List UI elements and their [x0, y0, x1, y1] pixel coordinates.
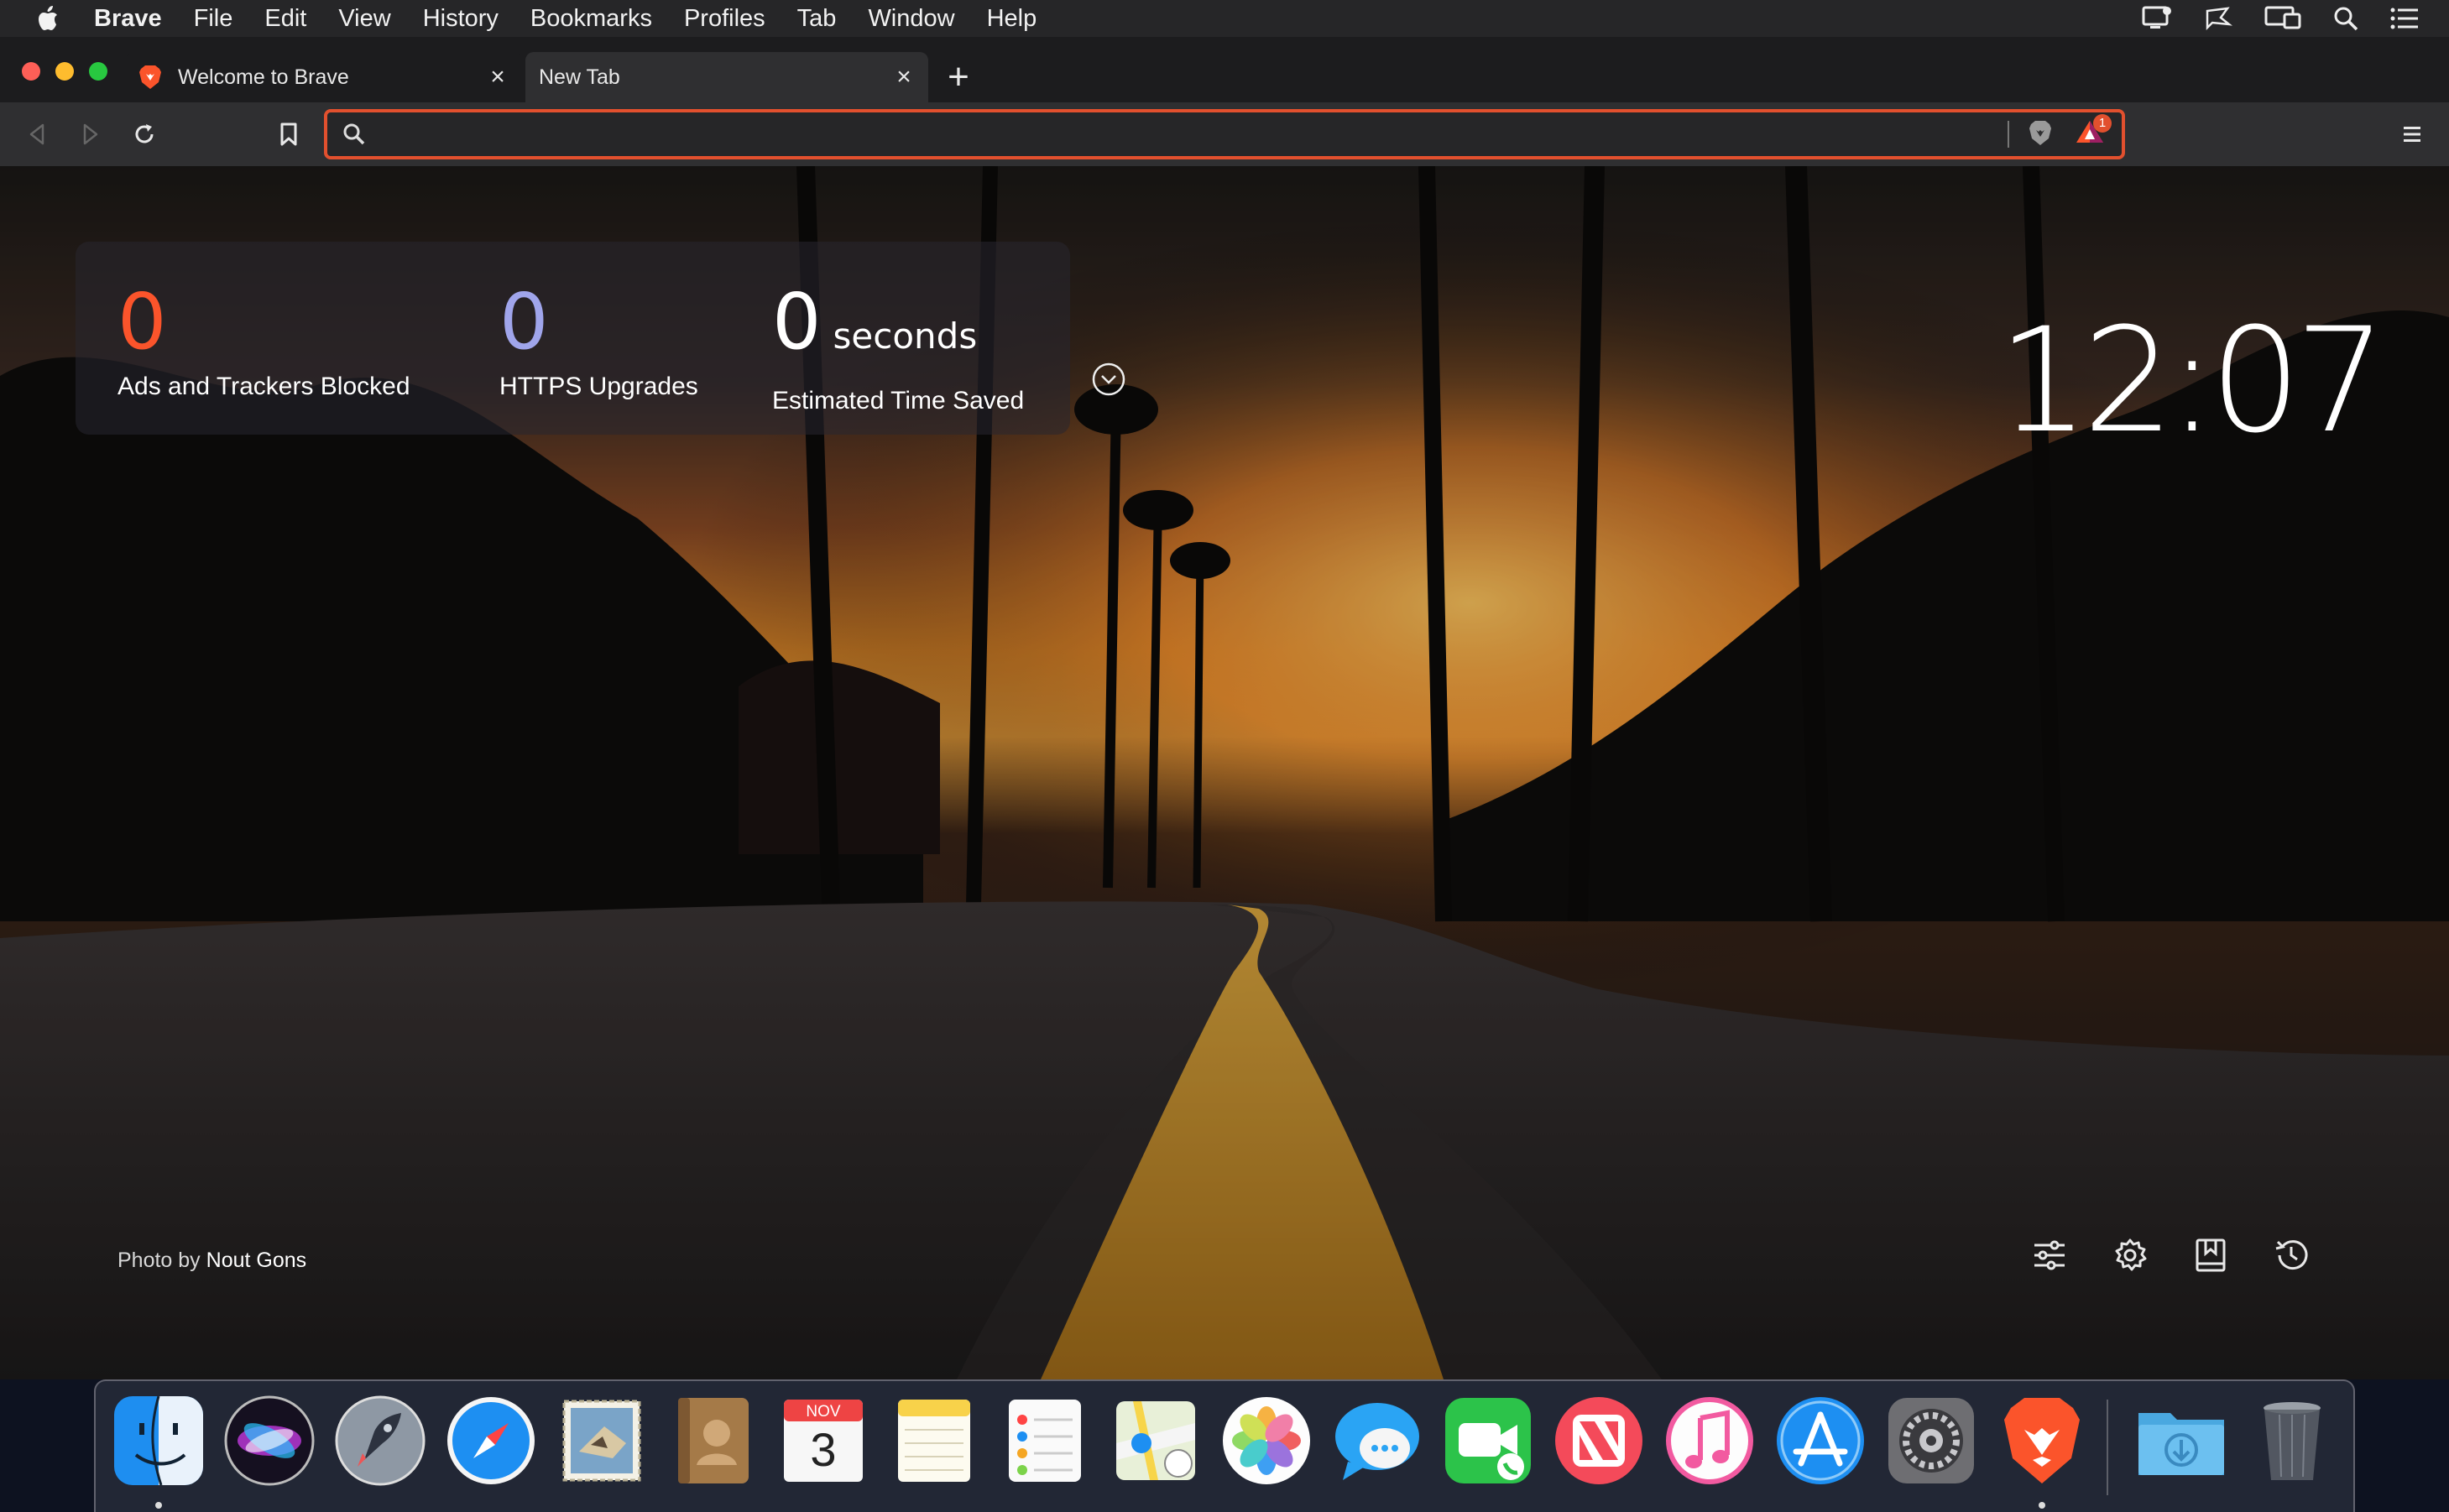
- messages-icon[interactable]: [1329, 1393, 1425, 1489]
- menu-help[interactable]: Help: [987, 5, 1037, 33]
- browser-window: Welcome to Brave × New Tab × + 1 0 Ads a…: [0, 37, 2449, 1379]
- brave-browser-icon[interactable]: [1994, 1393, 2090, 1489]
- chevron-down-icon[interactable]: [1091, 362, 1126, 397]
- menu-edit[interactable]: Edit: [264, 5, 306, 33]
- back-arrow-icon: [29, 123, 44, 145]
- news-icon[interactable]: [1551, 1393, 1647, 1489]
- system-preferences-icon[interactable]: [1883, 1393, 1979, 1489]
- bookmark-button[interactable]: [270, 116, 307, 153]
- new-tab-page: 0 Ads and Trackers Blocked 0 HTTPS Upgra…: [0, 166, 2449, 1379]
- close-tab-icon[interactable]: ×: [485, 63, 510, 91]
- bookmarks-button[interactable]: [2189, 1233, 2232, 1277]
- trash-icon[interactable]: [2244, 1393, 2340, 1489]
- time-saved-label: Estimated Time Saved: [772, 387, 1025, 414]
- menu-profiles[interactable]: Profiles: [684, 5, 765, 33]
- music-icon[interactable]: [1662, 1393, 1757, 1489]
- search-icon: [343, 123, 365, 145]
- reload-icon: [135, 124, 154, 143]
- feedback-icon[interactable]: [2204, 6, 2232, 31]
- brave-shields-icon[interactable]: [2028, 119, 2053, 148]
- brave-lion-icon: [139, 65, 161, 89]
- dock-separator: [2107, 1400, 2108, 1495]
- hamburger-menu-icon: [2404, 127, 2420, 142]
- tab-title: New Tab: [539, 65, 620, 89]
- bookmarks-icon: [2196, 1238, 2226, 1272]
- calendar-day: 3: [810, 1423, 837, 1476]
- stats-widget: 0 Ads and Trackers Blocked 0 HTTPS Upgra…: [76, 242, 1070, 435]
- address-bar-divider: [2008, 121, 2009, 148]
- time-saved-unit: seconds: [833, 315, 978, 357]
- url-input[interactable]: [378, 112, 1972, 156]
- photos-icon[interactable]: [1219, 1393, 1314, 1489]
- reload-button[interactable]: [126, 116, 163, 153]
- bookmark-icon: [280, 123, 297, 146]
- minimize-window-button[interactable]: [55, 62, 74, 81]
- zoom-window-button[interactable]: [89, 62, 107, 81]
- menu-window[interactable]: Window: [868, 5, 954, 33]
- ads-blocked-count: 0: [117, 277, 167, 367]
- downloads-folder-icon[interactable]: [2133, 1393, 2229, 1489]
- screen-mirroring-icon[interactable]: [2264, 6, 2301, 31]
- back-button[interactable]: [18, 116, 55, 153]
- apple-menu-icon[interactable]: [34, 3, 62, 34]
- safari-icon[interactable]: [443, 1393, 539, 1489]
- notification-center-icon[interactable]: [2390, 7, 2419, 30]
- tab-title: Welcome to Brave: [178, 65, 349, 89]
- menu-tab[interactable]: Tab: [797, 5, 837, 33]
- calendar-month: NOV: [806, 1403, 841, 1421]
- menu-history[interactable]: History: [423, 5, 499, 33]
- tab-new-tab[interactable]: New Tab ×: [525, 52, 928, 102]
- siri-icon[interactable]: [222, 1393, 317, 1489]
- address-bar[interactable]: 1: [324, 109, 2125, 159]
- photo-credit-author[interactable]: Nout Gons: [206, 1249, 307, 1272]
- notes-icon[interactable]: [886, 1393, 982, 1489]
- ads-blocked-label: Ads and Trackers Blocked: [117, 373, 410, 400]
- customize-button[interactable]: [2028, 1233, 2071, 1277]
- maps-icon[interactable]: [1108, 1393, 1204, 1489]
- contacts-icon[interactable]: [665, 1393, 760, 1489]
- history-icon: [2275, 1240, 2308, 1270]
- forward-button[interactable]: [72, 116, 109, 153]
- main-menu-button[interactable]: [2394, 116, 2431, 153]
- app-store-icon[interactable]: [1773, 1393, 1868, 1489]
- notification-display-icon[interactable]: [2142, 6, 2172, 31]
- tab-strip: Welcome to Brave × New Tab × +: [0, 37, 2449, 102]
- settings-button[interactable]: [2108, 1233, 2152, 1277]
- launchpad-icon[interactable]: [332, 1393, 428, 1489]
- reminders-icon[interactable]: [997, 1393, 1093, 1489]
- stat-ads-blocked: 0 Ads and Trackers Blocked: [117, 284, 410, 401]
- photo-credit[interactable]: Photo by Nout Gons: [117, 1249, 306, 1273]
- forward-arrow-icon: [83, 123, 98, 145]
- clock: 12:07: [1997, 296, 2387, 465]
- rewards-badge: 1: [2093, 114, 2112, 133]
- menu-file[interactable]: File: [194, 5, 233, 33]
- photo-credit-prefix: Photo by: [117, 1249, 201, 1272]
- spotlight-search-icon[interactable]: [2333, 6, 2358, 31]
- stat-https-upgrades: 0 HTTPS Upgrades: [499, 284, 698, 401]
- facetime-icon[interactable]: [1440, 1393, 1536, 1489]
- time-saved-count: 0: [772, 277, 822, 367]
- running-indicator: [2039, 1502, 2045, 1509]
- menu-bar: Brave File Edit View History Bookmarks P…: [0, 0, 2449, 37]
- https-upgrades-label: HTTPS Upgrades: [499, 373, 698, 400]
- finder-icon[interactable]: [111, 1393, 206, 1489]
- close-tab-icon[interactable]: ×: [891, 63, 916, 91]
- calendar-icon[interactable]: NOV 3: [775, 1393, 871, 1489]
- stat-time-saved: 0 seconds Estimated Time Saved: [772, 284, 1024, 415]
- new-tab-button[interactable]: +: [943, 59, 974, 96]
- tab-welcome-to-brave[interactable]: Welcome to Brave ×: [126, 52, 522, 102]
- settings-icon: [2115, 1238, 2147, 1271]
- menu-app-name[interactable]: Brave: [94, 5, 162, 33]
- screen: Brave File Edit View History Bookmarks P…: [0, 0, 2449, 1512]
- dock: NOV 3: [94, 1379, 2355, 1512]
- menu-view[interactable]: View: [338, 5, 390, 33]
- running-indicator: [155, 1502, 162, 1509]
- mail-icon[interactable]: [554, 1393, 650, 1489]
- close-window-button[interactable]: [22, 62, 40, 81]
- toolbar: 1: [0, 102, 2449, 166]
- customize-icon: [2034, 1240, 2065, 1270]
- menu-bookmarks[interactable]: Bookmarks: [530, 5, 652, 33]
- https-upgrades-count: 0: [499, 277, 549, 367]
- history-button[interactable]: [2269, 1233, 2313, 1277]
